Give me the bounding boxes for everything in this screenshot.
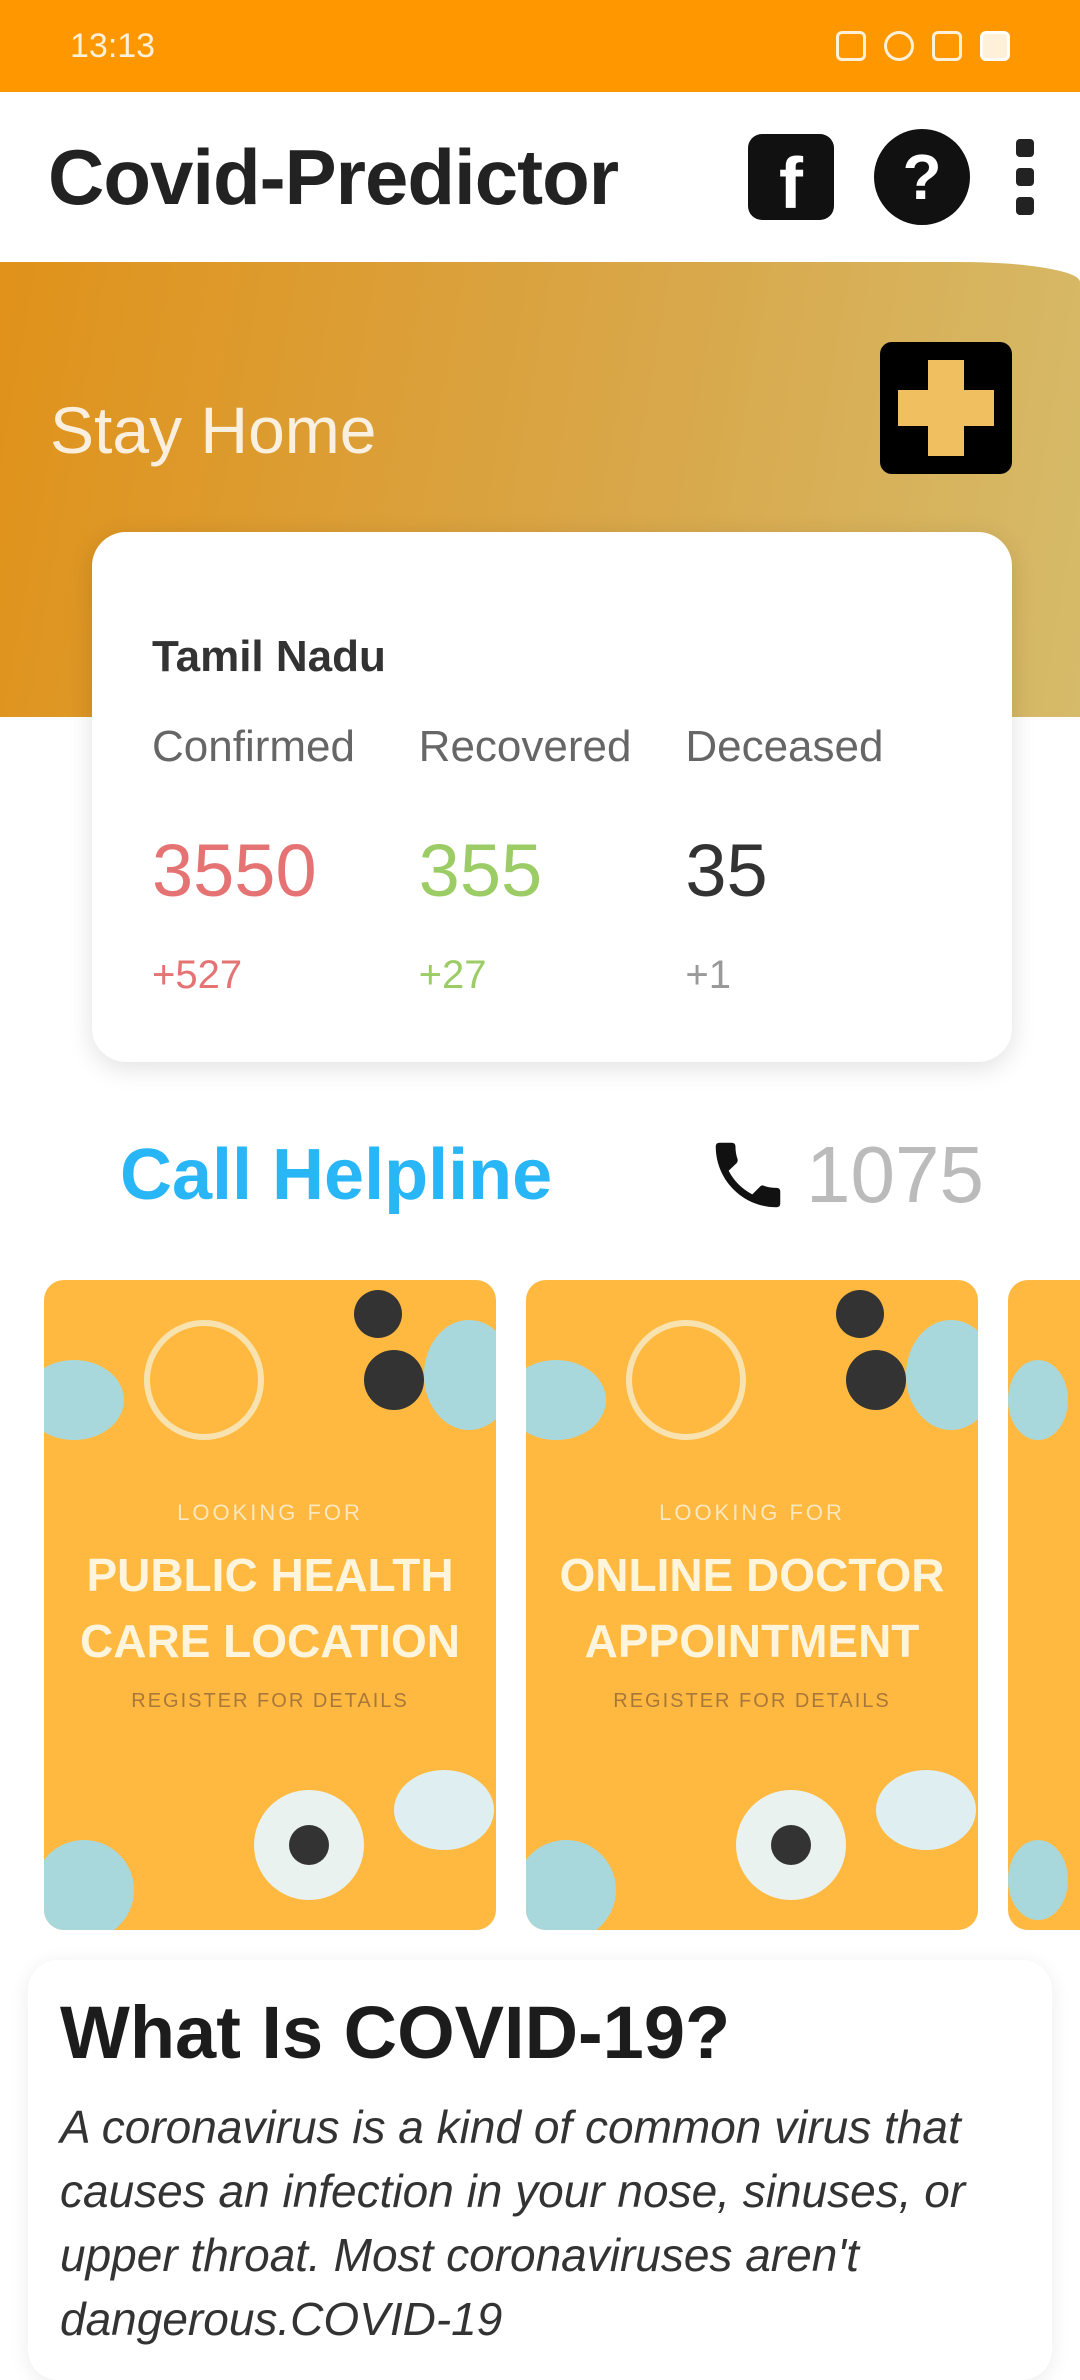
stat-label-deceased: Deceased xyxy=(685,722,884,771)
stat-label-recovered: Recovered xyxy=(418,722,632,771)
stat-value-recovered: 355 xyxy=(418,829,543,912)
info-body: A coronavirus is a kind of common virus … xyxy=(60,2101,966,2345)
hero-message: Stay Home xyxy=(50,393,377,467)
status-icons xyxy=(836,31,1010,61)
stat-delta-recovered: +27 xyxy=(418,953,487,997)
status-time: 13:13 xyxy=(70,26,156,65)
stat-value-confirmed: 3550 xyxy=(152,829,317,912)
region-name: Tamil Nadu xyxy=(152,632,386,681)
poster-title: ONLINE DOCTOR APPOINTMENT xyxy=(559,1549,945,1667)
stat-value-deceased: 35 xyxy=(685,829,768,912)
poster-title: PUBLIC HEALTH CARE LOCATION xyxy=(80,1549,460,1667)
app-title: Covid-Predictor xyxy=(48,132,619,221)
stats-card: Tamil Nadu Confirmed 3550 +527 Recovered… xyxy=(92,532,1012,1062)
stat-deceased: Deceased 35 +1 xyxy=(685,722,952,998)
help-icon[interactable]: ? xyxy=(874,129,970,225)
battery-icon xyxy=(980,31,1010,61)
call-helpline-button[interactable]: Call Helpline xyxy=(120,1134,552,1216)
poster-partial[interactable] xyxy=(1008,1280,1080,1930)
sim-icon xyxy=(836,31,866,61)
more-vert-icon[interactable] xyxy=(1010,134,1040,220)
wifi-icon xyxy=(884,31,914,61)
status-bar: 13:13 xyxy=(0,0,1080,92)
poster-public-health[interactable]: LOOKING FOR PUBLIC HEALTH CARE LOCATION … xyxy=(44,1280,496,1930)
poster-eyebrow: LOOKING FOR xyxy=(177,1500,363,1525)
poster-carousel[interactable]: LOOKING FOR PUBLIC HEALTH CARE LOCATION … xyxy=(0,1280,1080,1930)
info-title: What Is COVID-19? xyxy=(60,1991,731,2074)
stat-confirmed: Confirmed 3550 +527 xyxy=(152,722,419,998)
phone-icon[interactable] xyxy=(700,1127,796,1223)
medical-cross-icon[interactable] xyxy=(880,342,1012,474)
info-card: What Is COVID-19? A coronavirus is a kin… xyxy=(28,1960,1052,2380)
helpline-row: Call Helpline 1075 xyxy=(0,1120,1080,1230)
stat-recovered: Recovered 355 +27 xyxy=(419,722,686,998)
helpline-number[interactable]: 1075 xyxy=(806,1129,984,1221)
stat-label-confirmed: Confirmed xyxy=(152,722,355,771)
stats-columns: Confirmed 3550 +527 Recovered 355 +27 De… xyxy=(152,722,952,998)
app-bar: Covid-Predictor f ? xyxy=(0,92,1080,262)
stat-delta-deceased: +1 xyxy=(685,953,731,997)
stat-delta-confirmed: +527 xyxy=(152,953,243,997)
app-actions: f ? xyxy=(748,129,1040,225)
poster-subtitle: REGISTER FOR DETAILS xyxy=(131,1690,409,1712)
poster-subtitle: REGISTER FOR DETAILS xyxy=(613,1690,891,1712)
facebook-icon[interactable]: f xyxy=(748,134,834,220)
poster-online-doctor[interactable]: LOOKING FOR ONLINE DOCTOR APPOINTMENT RE… xyxy=(526,1280,978,1930)
poster-eyebrow: LOOKING FOR xyxy=(659,1500,845,1525)
signal-icon xyxy=(932,31,962,61)
